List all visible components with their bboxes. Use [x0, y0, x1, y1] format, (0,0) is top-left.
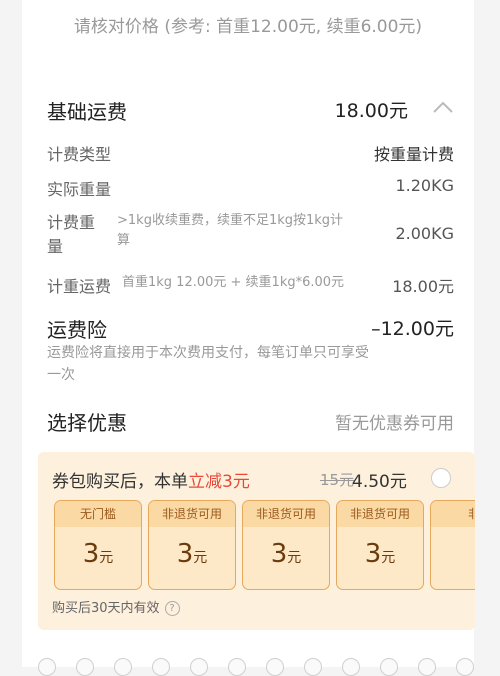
- dot: [114, 658, 132, 676]
- discount-label: 选择优惠: [47, 411, 127, 435]
- billing-weight-label-line1: 计费重: [47, 213, 96, 232]
- insurance-label: 运费险: [47, 318, 107, 342]
- billing-weight-note-line2: 算: [117, 233, 131, 248]
- dot: [380, 658, 398, 676]
- coupon-ticket: 非退货可用 3元: [148, 500, 236, 590]
- coupon-validity: 购买后30天内有效?: [52, 597, 180, 616]
- coupon-pack-radio[interactable]: [431, 468, 451, 488]
- dot: [38, 658, 56, 676]
- dot: [266, 658, 284, 676]
- coupon-ticket: 非退货可用 3元: [242, 500, 330, 590]
- discount-value: 暂无优惠券可用: [335, 414, 454, 434]
- billing-type-row: 计费类型 按重量计费: [47, 141, 454, 164]
- insurance-row: 运费险 –12.00元: [47, 314, 454, 342]
- insurance-desc: 运费险将直接用于本次费用支付，每笔订单只可享受 一次: [47, 342, 454, 386]
- weight-fee-row: 计重运费 首重1kg 12.00元 + 续重1kg*6.00元 18.00元: [47, 273, 454, 296]
- coupon-pack-title-highlight: 立减3元: [188, 472, 250, 492]
- insurance-value: –12.00元: [371, 318, 454, 340]
- discount-row[interactable]: 选择优惠 暂无优惠券可用: [47, 407, 454, 435]
- basic-fee-label: 基础运费: [47, 100, 127, 124]
- coupon-ticket-amount: 3: [176, 539, 194, 569]
- coupon-ticket: 无门槛 3元: [54, 500, 142, 590]
- actual-weight-row: 实际重量 1.20KG: [47, 176, 454, 199]
- coupon-ticket-unit: 元: [287, 550, 302, 566]
- weight-fee-note: 首重1kg 12.00元 + 续重1kg*6.00元: [122, 275, 345, 290]
- coupon-ticket-amount: 3: [82, 539, 100, 569]
- dot: [152, 658, 170, 676]
- weight-fee-label: 计重运费: [47, 277, 112, 296]
- coupon-ticket-partial: 非: [430, 500, 475, 590]
- coupon-pack-title: 券包购买后，本单立减3元: [52, 467, 250, 492]
- dot: [228, 658, 246, 676]
- insurance-desc-line2: 一次: [47, 367, 75, 383]
- basic-fee-value: 18.00元: [334, 100, 408, 122]
- coupon-ticket-head: 非: [431, 501, 475, 527]
- price-check-tip: 请核对价格 (参考: 首重12.00元, 续重6.00元): [73, 17, 423, 37]
- question-icon[interactable]: ?: [164, 601, 180, 616]
- coupon-ticket-unit: 元: [381, 550, 396, 566]
- coupon-ticket-head: 非退货可用: [149, 501, 235, 527]
- coupon-ticket-amount: 3: [270, 539, 288, 569]
- dot: [418, 658, 436, 676]
- coupon-ticket-unit: 元: [193, 550, 208, 566]
- billing-weight-value: 2.00KG: [395, 224, 454, 243]
- dot: [456, 658, 474, 676]
- weight-fee-value: 18.00元: [392, 277, 454, 296]
- dot: [76, 658, 94, 676]
- chevron-up-icon[interactable]: [432, 100, 454, 114]
- basic-fee-row[interactable]: 基础运费 18.00元: [47, 96, 454, 124]
- bottom-dots: [22, 654, 474, 676]
- coupon-ticket-head: 非退货可用: [243, 501, 329, 527]
- coupon-ticket-head: 无门槛: [55, 501, 141, 527]
- coupon-pack-title-prefix: 券包购买后，本单: [52, 472, 188, 492]
- billing-weight-note-line1: >1kg收续重费，续重不足1kg按1kg计: [117, 213, 344, 228]
- dot: [342, 658, 360, 676]
- coupon-ticket-unit: 元: [99, 550, 114, 566]
- coupon-pack-box[interactable]: 券包购买后，本单立减3元 15元 4.50元 无门槛 3元 非退货可用 3元 非…: [38, 452, 475, 630]
- billing-type-label: 计费类型: [47, 145, 112, 164]
- coupon-pack-price: 4.50元: [352, 472, 407, 492]
- coupon-ticket-amount: 3: [364, 539, 382, 569]
- billing-type-value: 按重量计费: [373, 145, 454, 164]
- coupon-validity-text: 购买后30天内有效: [52, 601, 160, 616]
- coupon-ticket-head: 非退货可用: [337, 501, 423, 527]
- insurance-desc-line1: 运费险将直接用于本次费用支付，每笔订单只可享受: [47, 345, 369, 361]
- coupon-ticket: 非退货可用 3元: [336, 500, 424, 590]
- billing-weight-label-line2: 量: [47, 237, 64, 256]
- billing-weight-row: 计费重 量 >1kg收续重费，续重不足1kg按1kg计 算 2.00KG: [47, 211, 454, 261]
- actual-weight-label: 实际重量: [47, 180, 112, 199]
- fee-detail-card: 请核对价格 (参考: 首重12.00元, 续重6.00元) 基础运费 18.00…: [22, 0, 475, 667]
- coupon-pack-original-price: 15元: [320, 471, 355, 489]
- dot: [190, 658, 208, 676]
- dot: [304, 658, 322, 676]
- actual-weight-value: 1.20KG: [395, 176, 454, 195]
